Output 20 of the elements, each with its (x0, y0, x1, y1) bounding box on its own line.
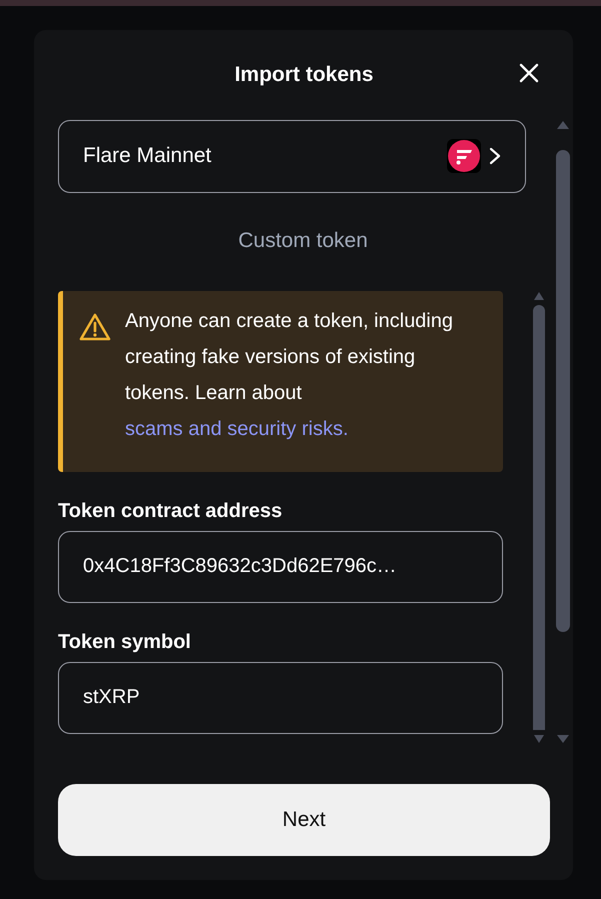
network-selector[interactable]: Flare Mainnet (58, 120, 526, 193)
warning-text: Anyone can create a token, including creating fake versions of existing tokens. Learn about scams and security risks. (125, 308, 454, 442)
scrollbar-thumb[interactable] (533, 304, 545, 730)
field-label: Token contract address (58, 500, 284, 523)
scrollbar-thumb[interactable] (556, 150, 570, 632)
scroll-up-icon[interactable] (556, 120, 570, 130)
warning-icon (79, 312, 111, 341)
input-field[interactable]: stXRP (58, 662, 503, 734)
security-risks-link[interactable]: scams and security risks. (125, 418, 348, 440)
close-icon[interactable] (519, 63, 539, 83)
next-button[interactable]: Next (58, 784, 550, 856)
section-heading: Custom token (237, 228, 369, 253)
chevron-right-icon (489, 147, 501, 166)
input-field[interactable]: 0x4C18Ff3C89632c3Dd62E796c… (58, 530, 503, 603)
dialog-title: Import tokens (234, 62, 374, 87)
scroll-down-icon[interactable] (533, 734, 545, 744)
field-label: Token symbol (58, 630, 192, 654)
network-logo-icon (447, 139, 481, 174)
scroll-up-icon[interactable] (533, 290, 545, 301)
scroll-down-icon[interactable] (556, 734, 570, 744)
